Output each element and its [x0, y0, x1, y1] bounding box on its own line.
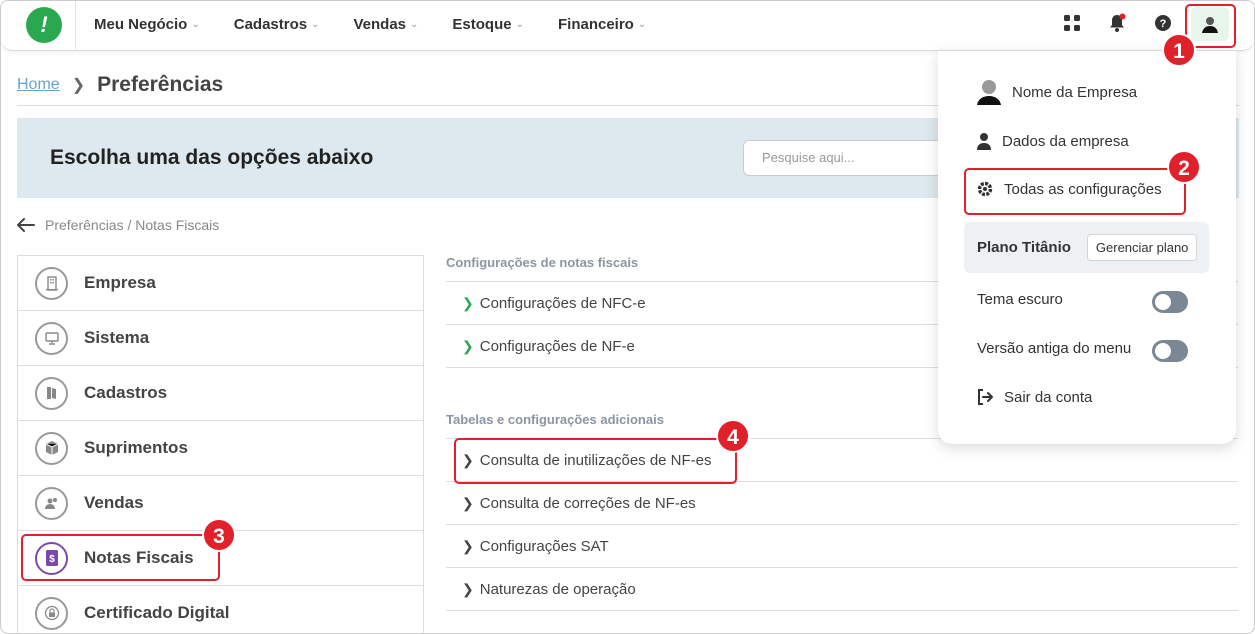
user-avatar-icon — [976, 78, 1002, 106]
menu-item-sistema[interactable]: Sistema — [18, 311, 423, 366]
nav-label: Vendas — [353, 15, 407, 33]
dropdown-logout[interactable]: Sair da conta — [976, 388, 1092, 406]
chevron-right-icon: ❯ — [462, 580, 474, 597]
nav-label: Financeiro — [557, 15, 634, 33]
lock-icon — [35, 596, 68, 630]
nav-label: Cadastros — [233, 15, 308, 33]
highlight-inutilizacoes — [454, 438, 737, 484]
menu-item-label: Sistema — [84, 328, 150, 347]
step-badge-2: 2 — [1167, 150, 1201, 184]
config-row-correcoes[interactable]: ❯ Consulta de correções de NF-es — [446, 482, 1238, 525]
nav-vendas[interactable]: Vendas ⌄ — [353, 16, 418, 33]
highlight-notas-fiscais — [21, 534, 220, 581]
person-icon — [976, 132, 992, 150]
sub-breadcrumb: Preferências / Notas Fiscais — [17, 217, 219, 233]
menu-item-label: Empresa — [84, 273, 156, 292]
nav-label: Meu Negócio — [94, 15, 188, 33]
chevron-down-icon: ⌄ — [311, 18, 320, 30]
user-dropdown-menu: Nome da Empresa Dados da empresa Todas a… — [938, 51, 1236, 444]
chevron-right-icon: ❯ — [462, 537, 474, 554]
highlight-all-settings — [964, 168, 1186, 215]
main-nav: Meu Negócio ⌄ Cadastros ⌄ Vendas ⌄ Estoque ⌄… — [94, 1, 680, 47]
nav-financeiro[interactable]: Financeiro ⌄ — [558, 16, 646, 33]
menu-item-cadastros[interactable]: Cadastros — [18, 366, 423, 421]
plan-name: Plano Titânio — [977, 239, 1071, 256]
menu-item-empresa[interactable]: Empresa — [18, 256, 423, 311]
svg-text:?: ? — [1160, 18, 1167, 30]
banner-title: Escolha uma das opções abaixo — [50, 146, 374, 169]
menu-item-label: Certificado Digital — [84, 603, 230, 622]
dark-mode-toggle[interactable] — [1152, 291, 1188, 313]
nav-meu-negocio[interactable]: Meu Negócio ⌄ — [94, 16, 200, 33]
chevron-right-icon: ❯ — [462, 294, 474, 311]
box-icon — [35, 431, 68, 465]
row-label: Configurações SAT — [479, 537, 609, 555]
breadcrumb: Home ❯ Preferências — [17, 73, 223, 97]
chevron-right-icon: ❯ — [462, 494, 474, 511]
dropdown-company[interactable]: Nome da Empresa — [976, 78, 1137, 106]
chevron-down-icon: ⌄ — [637, 18, 647, 30]
row-label: Consulta de correções de NF-es — [479, 494, 696, 512]
manage-plan-button[interactable]: Gerenciar plano — [1086, 234, 1198, 261]
help-icon[interactable]: ? — [1153, 13, 1173, 33]
plan-box: Plano Titânio Gerenciar plano — [964, 222, 1209, 273]
nav-label: Estoque — [452, 15, 512, 33]
monitor-icon — [35, 321, 68, 355]
logo-divider — [75, 1, 76, 51]
logout-icon — [976, 388, 994, 406]
book-icon — [35, 376, 68, 410]
row-label: Naturezas de operação — [479, 580, 636, 598]
building-icon — [35, 266, 68, 300]
step-badge-4: 4 — [716, 419, 750, 453]
chevron-right-icon: ❯ — [71, 77, 86, 94]
app-window: ! Meu Negócio ⌄ Cadastros ⌄ Vendas ⌄ Estoqu… — [0, 0, 1255, 634]
menu-item-suprimentos[interactable]: Suprimentos — [18, 421, 423, 476]
row-label: Configurações de NF-e — [479, 337, 635, 355]
dropdown-dark-mode-label: Tema escuro — [977, 291, 1063, 308]
menu-item-certificado-digital[interactable]: Certificado Digital — [18, 586, 423, 633]
breadcrumb-home-link[interactable]: Home — [17, 76, 60, 94]
config-row-naturezas[interactable]: ❯ Naturezas de operação — [446, 568, 1238, 611]
config-row-sat[interactable]: ❯ Configurações SAT — [446, 525, 1238, 568]
dropdown-item-label: Sair da conta — [1004, 388, 1093, 406]
menu-item-label: Cadastros — [84, 383, 168, 402]
chevron-down-icon: ⌄ — [515, 18, 524, 30]
menu-item-label: Vendas — [84, 493, 144, 512]
dropdown-item-label: Dados da empresa — [1002, 132, 1129, 150]
chevron-right-icon: ❯ — [462, 337, 474, 354]
nav-cadastros[interactable]: Cadastros ⌄ — [234, 16, 320, 33]
top-bar: ! Meu Negócio ⌄ Cadastros ⌄ Vendas ⌄ Estoqu… — [1, 1, 1254, 51]
old-menu-toggle[interactable] — [1152, 340, 1188, 362]
sub-breadcrumb-text: Preferências / Notas Fiscais — [45, 217, 220, 233]
menu-item-label: Suprimentos — [84, 438, 188, 457]
section-title: Tabelas e configurações adicionais — [446, 412, 664, 427]
company-name: Nome da Empresa — [1012, 83, 1138, 101]
app-logo[interactable]: ! — [26, 7, 62, 43]
page-title: Preferências — [97, 73, 224, 96]
step-badge-3: 3 — [202, 518, 236, 552]
arrow-left-icon[interactable] — [17, 218, 35, 232]
step-badge-1: 1 — [1162, 33, 1196, 67]
dropdown-old-menu-label: Versão antiga do menu — [977, 340, 1132, 357]
chevron-down-icon: ⌄ — [410, 18, 419, 30]
apps-icon[interactable] — [1062, 13, 1082, 33]
dropdown-company-data[interactable]: Dados da empresa — [976, 132, 1129, 150]
people-icon — [35, 486, 68, 520]
nav-estoque[interactable]: Estoque ⌄ — [452, 16, 524, 33]
chevron-down-icon: ⌄ — [191, 18, 200, 30]
row-label: Configurações de NFC-e — [479, 294, 646, 312]
section-title: Configurações de notas fiscais — [446, 255, 639, 270]
bell-icon[interactable] — [1107, 13, 1127, 33]
